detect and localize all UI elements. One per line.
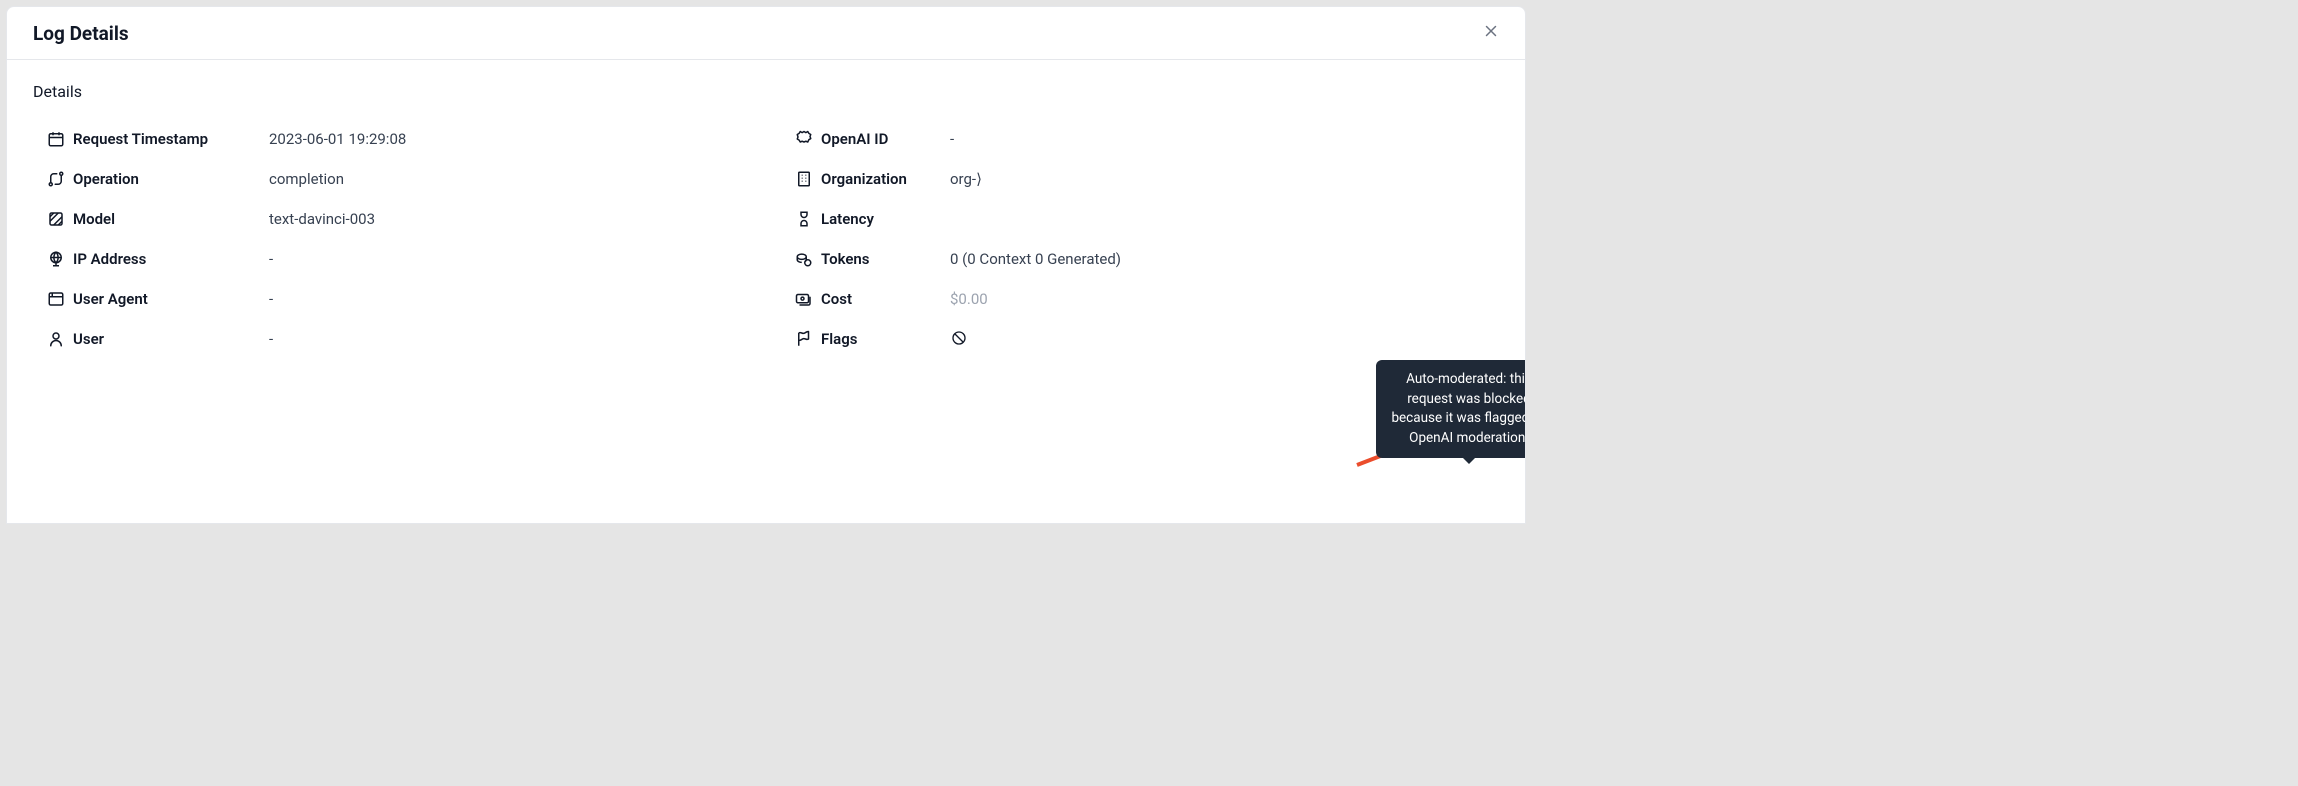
label-flags: Flags — [821, 330, 857, 348]
tooltip-text: Auto-moderated: this request was blocked… — [1391, 371, 1526, 446]
row-latency: Latency — [781, 199, 1499, 239]
row-cost: Cost $0.00 — [781, 279, 1499, 319]
value-organization: org-⟩ — [950, 170, 982, 188]
label-user-agent: User Agent — [73, 290, 148, 308]
calendar-icon — [47, 130, 65, 148]
close-button[interactable] — [1479, 21, 1503, 45]
modal-title: Log Details — [33, 22, 129, 45]
value-cost: $0.00 — [950, 290, 988, 308]
label-model: Model — [73, 210, 115, 228]
flag-icon — [795, 330, 813, 348]
browser-icon — [47, 290, 65, 308]
building-icon — [795, 170, 813, 188]
value-user-agent: - — [269, 290, 273, 308]
row-ip-address: IP Address - — [33, 239, 751, 279]
tokens-icon — [795, 250, 813, 268]
value-openai-id: - — [950, 130, 954, 148]
value-request-timestamp: 2023-06-01 19:29:08 — [269, 130, 406, 148]
label-openai-id: OpenAI ID — [821, 130, 888, 148]
label-tokens: Tokens — [821, 250, 870, 268]
hourglass-icon — [795, 210, 813, 228]
badge-icon — [795, 130, 813, 148]
section-label: Details — [33, 82, 1499, 101]
cost-icon — [795, 290, 813, 308]
label-organization: Organization — [821, 170, 907, 188]
cube-icon — [47, 210, 65, 228]
row-request-timestamp: Request Timestamp 2023-06-01 19:29:08 — [33, 119, 751, 159]
user-icon — [47, 330, 65, 348]
label-operation: Operation — [73, 170, 139, 188]
value-ip-address: - — [269, 250, 273, 268]
row-openai-id: OpenAI ID - — [781, 119, 1499, 159]
row-tokens: Tokens 0 (0 Context 0 Generated) — [781, 239, 1499, 279]
route-icon — [47, 170, 65, 188]
value-flags[interactable] — [950, 329, 968, 350]
row-user-agent: User Agent - — [33, 279, 751, 319]
value-model: text-davinci-003 — [269, 210, 375, 228]
label-ip-address: IP Address — [73, 250, 146, 268]
row-organization: Organization org-⟩ — [781, 159, 1499, 199]
moderation-tooltip: Auto-moderated: this request was blocked… — [1376, 360, 1526, 458]
label-latency: Latency — [821, 210, 874, 228]
value-tokens: 0 (0 Context 0 Generated) — [950, 250, 1121, 268]
globe-icon — [47, 250, 65, 268]
ban-icon — [950, 329, 968, 347]
row-operation: Operation completion — [33, 159, 751, 199]
modal-header: Log Details — [7, 7, 1525, 60]
close-icon — [1482, 22, 1500, 44]
details-left-column: Request Timestamp 2023-06-01 19:29:08 Op… — [33, 119, 751, 359]
label-cost: Cost — [821, 290, 852, 308]
modal-body: Details Request Timestamp 2023-06-01 19:… — [7, 60, 1525, 381]
row-user: User - — [33, 319, 751, 359]
row-model: Model text-davinci-003 — [33, 199, 751, 239]
log-details-modal: Log Details Details Request Timestamp — [6, 6, 1526, 524]
value-user: - — [269, 330, 273, 348]
label-request-timestamp: Request Timestamp — [73, 130, 208, 148]
label-user: User — [73, 330, 104, 348]
value-operation: completion — [269, 170, 344, 188]
details-right-column: OpenAI ID - Organization org-⟩ — [781, 119, 1499, 359]
row-flags: Flags — [781, 319, 1499, 359]
